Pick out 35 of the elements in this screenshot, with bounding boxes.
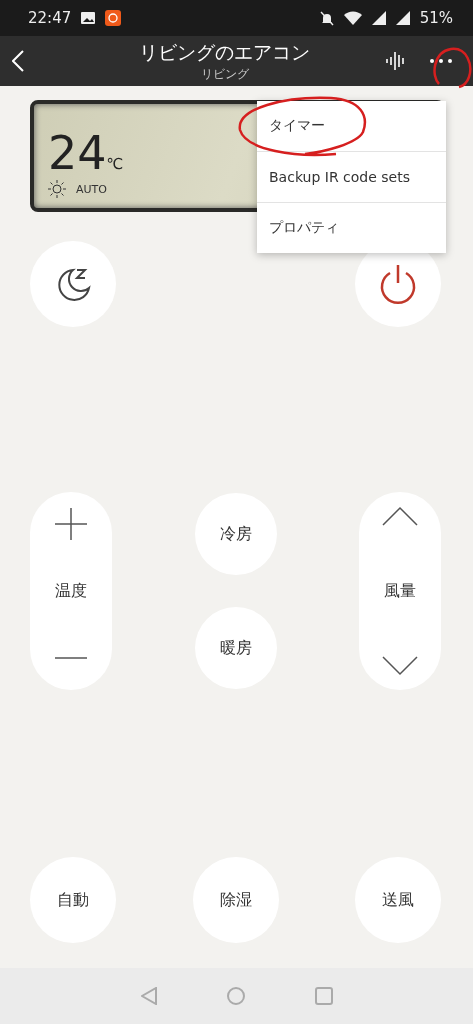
down-button[interactable] (382, 656, 418, 676)
menu-item[interactable]: タイマー (257, 101, 446, 152)
adjuster-label: 風量 (384, 580, 416, 602)
app-icon (105, 10, 122, 26)
sun-icon (48, 180, 66, 198)
mode-button[interactable]: 冷房 (194, 493, 277, 575)
mode-button[interactable]: 自動 (30, 857, 116, 943)
minus-icon (53, 656, 89, 660)
adjuster-label: 温度 (55, 580, 87, 602)
plus-button[interactable] (53, 506, 89, 542)
waveform-icon[interactable] (385, 51, 407, 71)
power-icon (378, 263, 418, 305)
temperature-unit: ℃ (106, 155, 124, 173)
mode-button[interactable]: 送風 (355, 857, 441, 943)
more-button[interactable] (429, 58, 453, 64)
mode-button[interactable]: 除湿 (192, 857, 279, 943)
temperature-reading: 24 (48, 126, 107, 180)
header-subtitle: リビング (200, 65, 249, 83)
signal-icon (395, 11, 410, 25)
back-button[interactable] (12, 50, 24, 72)
status-time: 22:47 (28, 9, 72, 27)
menu-item[interactable]: プロパティ (257, 203, 446, 253)
chevron-up-icon (382, 506, 418, 526)
image-icon (81, 12, 96, 24)
bell-off-icon (319, 10, 334, 26)
mode-button[interactable]: 暖房 (194, 607, 277, 689)
battery-percent: 51% (419, 9, 453, 27)
plus-icon (53, 506, 89, 542)
wifi-icon (343, 11, 362, 25)
mode-label: AUTO (76, 182, 107, 196)
chevron-down-icon (382, 656, 418, 676)
menu-item[interactable]: Backup IR code sets (257, 152, 446, 203)
signal-icon (371, 11, 386, 25)
up-button[interactable] (382, 506, 418, 526)
header-title: リビングのエアコン (139, 39, 310, 65)
